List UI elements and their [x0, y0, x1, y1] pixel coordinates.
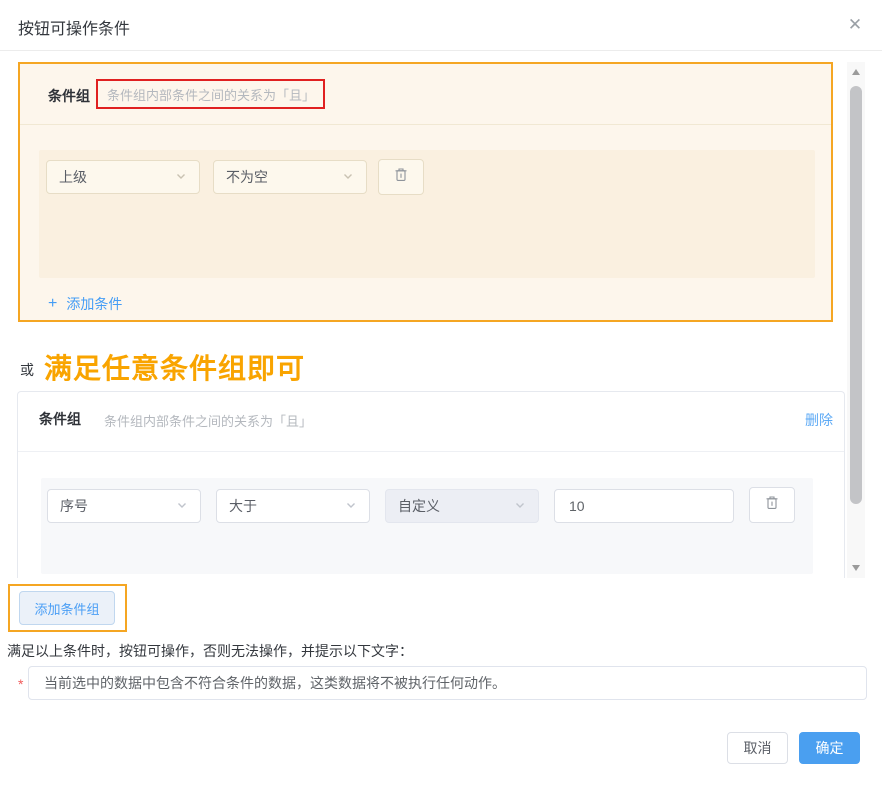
- group-1-divider: [20, 124, 831, 125]
- operator-select-value: 不为空: [226, 167, 268, 187]
- header-divider: [0, 50, 882, 51]
- delete-group-link[interactable]: 删除: [805, 410, 833, 430]
- add-condition-link[interactable]: + 添加条件: [48, 294, 122, 314]
- or-label: 或: [20, 360, 34, 380]
- chevron-down-icon: [342, 169, 354, 185]
- operator-select-value: 大于: [229, 496, 257, 516]
- group-2-divider: [18, 451, 844, 452]
- vertical-scrollbar[interactable]: [847, 62, 865, 578]
- field-select[interactable]: 上级: [46, 160, 200, 194]
- group-2-label: 条件组: [39, 409, 81, 429]
- red-annotation-box: 条件组内部条件之间的关系为「且」: [96, 79, 325, 109]
- scrollbar-thumb[interactable]: [850, 86, 862, 504]
- close-icon[interactable]: ✕: [842, 12, 868, 38]
- add-condition-label: 添加条件: [66, 294, 122, 314]
- button-condition-dialog: 按钮可操作条件 ✕ 条件组 条件组内部条件之间的关系为「且」 上级 不为空: [0, 0, 882, 786]
- confirm-button[interactable]: 确定: [799, 732, 860, 764]
- field-select-value: 上级: [59, 167, 87, 187]
- scroll-up-arrow-icon[interactable]: [847, 64, 865, 80]
- dialog-title: 按钮可操作条件: [18, 15, 130, 39]
- trash-icon: [765, 495, 779, 515]
- group-1-label: 条件组: [48, 86, 90, 106]
- group-1-conditions-panel: 上级 不为空: [39, 150, 815, 278]
- chevron-down-icon: [345, 498, 357, 514]
- prompt-label: 满足以上条件时，按钮可操作，否则无法操作，并提示以下文字：: [7, 641, 413, 661]
- chevron-down-icon: [175, 169, 187, 185]
- chevron-down-icon: [514, 498, 526, 514]
- condition-value-input[interactable]: [554, 489, 734, 523]
- required-asterisk: *: [18, 676, 23, 692]
- operator-select[interactable]: 不为空: [213, 160, 367, 194]
- chevron-down-icon: [176, 498, 188, 514]
- condition-group-1: 条件组 条件组内部条件之间的关系为「且」 上级 不为空: [18, 62, 833, 322]
- operator-select[interactable]: 大于: [216, 489, 370, 523]
- delete-condition-button[interactable]: [749, 487, 795, 523]
- value-type-select-value: 自定义: [398, 496, 440, 516]
- plus-icon: +: [48, 296, 57, 312]
- message-text-input[interactable]: [28, 666, 867, 700]
- value-type-select[interactable]: 自定义: [385, 489, 539, 523]
- add-condition-group-button[interactable]: 添加条件组: [19, 591, 115, 625]
- field-select[interactable]: 序号: [47, 489, 201, 523]
- group-1-hint: 条件组内部条件之间的关系为「且」: [107, 85, 315, 104]
- scroll-down-arrow-icon[interactable]: [847, 560, 865, 576]
- group-2-hint: 条件组内部条件之间的关系为「且」: [104, 411, 312, 430]
- cancel-button[interactable]: 取消: [727, 732, 788, 764]
- delete-condition-button[interactable]: [378, 159, 424, 195]
- or-annotation-text: 满足任意条件组即可: [44, 347, 305, 387]
- group-2-conditions-panel: 序号 大于 自定义: [41, 478, 813, 574]
- trash-icon: [394, 167, 408, 187]
- condition-group-2: 条件组 条件组内部条件之间的关系为「且」 删除 序号 大于 自定义: [17, 391, 845, 578]
- field-select-value: 序号: [60, 496, 88, 516]
